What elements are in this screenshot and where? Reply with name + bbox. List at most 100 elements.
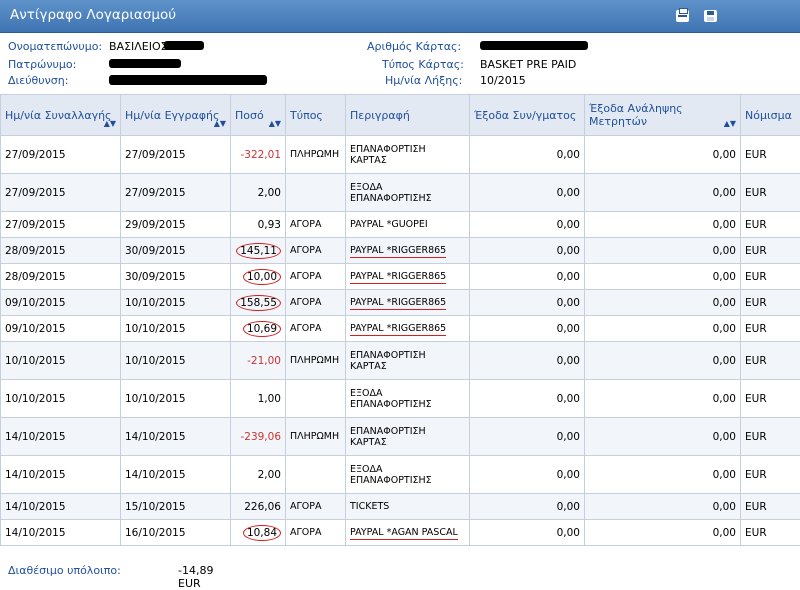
table-row: 14/10/201515/10/2015226,06ΑΓΟΡΑTICKETS0,… <box>1 494 800 520</box>
table-row: 09/10/201510/10/2015 10,69 ΑΓΟΡΑPAYPAL *RI… <box>1 316 800 342</box>
col-description: Περιγραφή <box>346 95 470 136</box>
type-cell <box>286 174 346 212</box>
handwritten-underline-annotation: PAYPAL *RIGGER865 <box>350 245 446 258</box>
fx-fee-cell: 0,00 <box>470 316 585 342</box>
type-cell <box>286 380 346 418</box>
amount-cell: 1,00 <box>231 380 286 418</box>
balance-value: -14,89 EUR <box>178 564 213 590</box>
father-name-label: Πατρώνυμο: <box>8 58 76 71</box>
description-cell: PAYPAL *RIGGER865 <box>346 316 470 342</box>
table-row: 28/09/201530/09/2015145,11ΑΓΟΡΑPAYPAL *R… <box>1 238 800 264</box>
cash-fee-cell: 0,00 <box>585 380 741 418</box>
save-icon[interactable] <box>704 10 717 22</box>
description-cell: PAYPAL *RIGGER865 <box>346 264 470 290</box>
table-header-row: Ημ/νία Συναλλαγής▲▼ Ημ/νία Εγγραφής▲▼ Πο… <box>1 95 800 136</box>
col-cash-fees[interactable]: Έξοδα Ανάληψης Μετρητών▲▼ <box>585 95 741 136</box>
description-cell: ΕΞΟΔΑ ΕΠΑΝΑΦΟΡΤΙΣΗΣ <box>346 174 470 212</box>
fx-fee-cell: 0,00 <box>470 494 585 520</box>
transaction-date-cell: 14/10/2015 <box>1 520 121 546</box>
type-cell: ΑΓΟΡΑ <box>286 290 346 316</box>
type-cell: ΑΓΟΡΑ <box>286 238 346 264</box>
posting-date-cell: 14/10/2015 <box>121 456 231 494</box>
table-row: 14/10/201514/10/2015-239,06ΠΛΗΡΩΜΗΕΠΑΝΑΦ… <box>1 418 800 456</box>
address-label: Διεύθυνση: <box>8 74 68 87</box>
description-cell: ΕΠΑΝΑΦΟΡΤΙΣΗ ΚΑΡΤΑΣ <box>346 136 470 174</box>
cash-fee-cell: 0,00 <box>585 456 741 494</box>
amount-cell: -239,06 <box>231 418 286 456</box>
title-bar: Αντίγραφο Λογαριασμού <box>0 0 800 33</box>
fx-fee-cell: 0,00 <box>470 342 585 380</box>
fx-fee-cell: 0,00 <box>470 264 585 290</box>
col-transaction-date[interactable]: Ημ/νία Συναλλαγής▲▼ <box>1 95 121 136</box>
card-type-value: BASKET PRE PAID <box>480 58 576 71</box>
posting-date-cell: 10/10/2015 <box>121 316 231 342</box>
print-icon[interactable] <box>676 10 689 22</box>
name-label: Ονοματεπώνυμο: <box>8 40 102 53</box>
fx-fee-cell: 0,00 <box>470 520 585 546</box>
cash-fee-cell: 0,00 <box>585 342 741 380</box>
description-cell: PAYPAL *RIGGER865 <box>346 238 470 264</box>
currency-cell: EUR <box>741 456 800 494</box>
posting-date-cell: 14/10/2015 <box>121 418 231 456</box>
table-row: 10/10/201510/10/20151,00ΕΞΟΔΑ ΕΠΑΝΑΦΟΡΤΙ… <box>1 380 800 418</box>
redaction-bar <box>164 41 204 50</box>
transaction-date-cell: 09/10/2015 <box>1 316 121 342</box>
currency-cell: EUR <box>741 212 800 238</box>
amount-cell: 10,69 <box>231 316 286 342</box>
currency-cell: EUR <box>741 520 800 546</box>
sort-icon[interactable]: ▲▼ <box>724 119 736 128</box>
cash-fee-cell: 0,00 <box>585 174 741 212</box>
balance-footer: Διαθέσιμο υπόλοιπο: -14,89 EUR <box>8 564 121 577</box>
posting-date-cell: 30/09/2015 <box>121 264 231 290</box>
transactions-table: Ημ/νία Συναλλαγής▲▼ Ημ/νία Εγγραφής▲▼ Πο… <box>0 94 800 546</box>
redaction-bar <box>109 75 267 85</box>
posting-date-cell: 27/09/2015 <box>121 136 231 174</box>
type-cell: ΠΛΗΡΩΜΗ <box>286 136 346 174</box>
cash-fee-cell: 0,00 <box>585 494 741 520</box>
sort-icon[interactable]: ▲▼ <box>214 119 226 128</box>
transaction-date-cell: 14/10/2015 <box>1 494 121 520</box>
fx-fee-cell: 0,00 <box>470 290 585 316</box>
table-row: 27/09/201527/09/2015-322,01ΠΛΗΡΩΜΗΕΠΑΝΑΦ… <box>1 136 800 174</box>
posting-date-cell: 29/09/2015 <box>121 212 231 238</box>
currency-cell: EUR <box>741 418 800 456</box>
handwritten-circle-annotation: 10,69 <box>243 321 281 337</box>
type-cell: ΑΓΟΡΑ <box>286 520 346 546</box>
fx-fee-cell: 0,00 <box>470 174 585 212</box>
fx-fee-cell: 0,00 <box>470 238 585 264</box>
type-cell: ΠΛΗΡΩΜΗ <box>286 418 346 456</box>
handwritten-underline-annotation: PAYPAL *RIGGER865 <box>350 297 446 310</box>
table-row: 14/10/201516/10/2015 10,84 ΑΓΟΡΑPAYPAL *AG… <box>1 520 800 546</box>
table-row: 27/09/201527/09/20152,00ΕΞΟΔΑ ΕΠΑΝΑΦΟΡΤΙ… <box>1 174 800 212</box>
window-title: Αντίγραφο Λογαριασμού <box>10 7 176 23</box>
type-cell: ΠΛΗΡΩΜΗ <box>286 342 346 380</box>
sort-icon[interactable]: ▲▼ <box>269 119 281 128</box>
amount-cell: 10,84 <box>231 520 286 546</box>
handwritten-circle-annotation: 10,84 <box>243 525 281 541</box>
col-amount[interactable]: Ποσό▲▼ <box>231 95 286 136</box>
cash-fee-cell: 0,00 <box>585 264 741 290</box>
col-posting-date[interactable]: Ημ/νία Εγγραφής▲▼ <box>121 95 231 136</box>
amount-cell: 226,06 <box>231 494 286 520</box>
table-row: 10/10/201510/10/2015-21,00ΠΛΗΡΩΜΗΕΠΑΝΑΦΟ… <box>1 342 800 380</box>
type-cell: ΑΓΟΡΑ <box>286 316 346 342</box>
posting-date-cell: 16/10/2015 <box>121 520 231 546</box>
currency-cell: EUR <box>741 264 800 290</box>
card-number-label: Αριθμός Κάρτας: <box>367 40 461 53</box>
amount-cell: 10,00 <box>231 264 286 290</box>
transaction-date-cell: 09/10/2015 <box>1 290 121 316</box>
type-cell: ΑΓΟΡΑ <box>286 494 346 520</box>
cash-fee-cell: 0,00 <box>585 136 741 174</box>
expiry-value: 10/2015 <box>480 74 526 87</box>
transaction-date-cell: 10/10/2015 <box>1 342 121 380</box>
description-cell: ΕΞΟΔΑ ΕΠΑΝΑΦΟΡΤΙΣΗΣ <box>346 380 470 418</box>
posting-date-cell: 27/09/2015 <box>121 174 231 212</box>
description-cell: PAYPAL *AGAN PASCAL <box>346 520 470 546</box>
currency-cell: EUR <box>741 342 800 380</box>
fx-fee-cell: 0,00 <box>470 136 585 174</box>
type-cell: ΑΓΟΡΑ <box>286 264 346 290</box>
description-cell: PAYPAL *GUOPEI <box>346 212 470 238</box>
sort-icon[interactable]: ▲▼ <box>104 119 116 128</box>
description-cell: TICKETS <box>346 494 470 520</box>
fx-fee-cell: 0,00 <box>470 456 585 494</box>
